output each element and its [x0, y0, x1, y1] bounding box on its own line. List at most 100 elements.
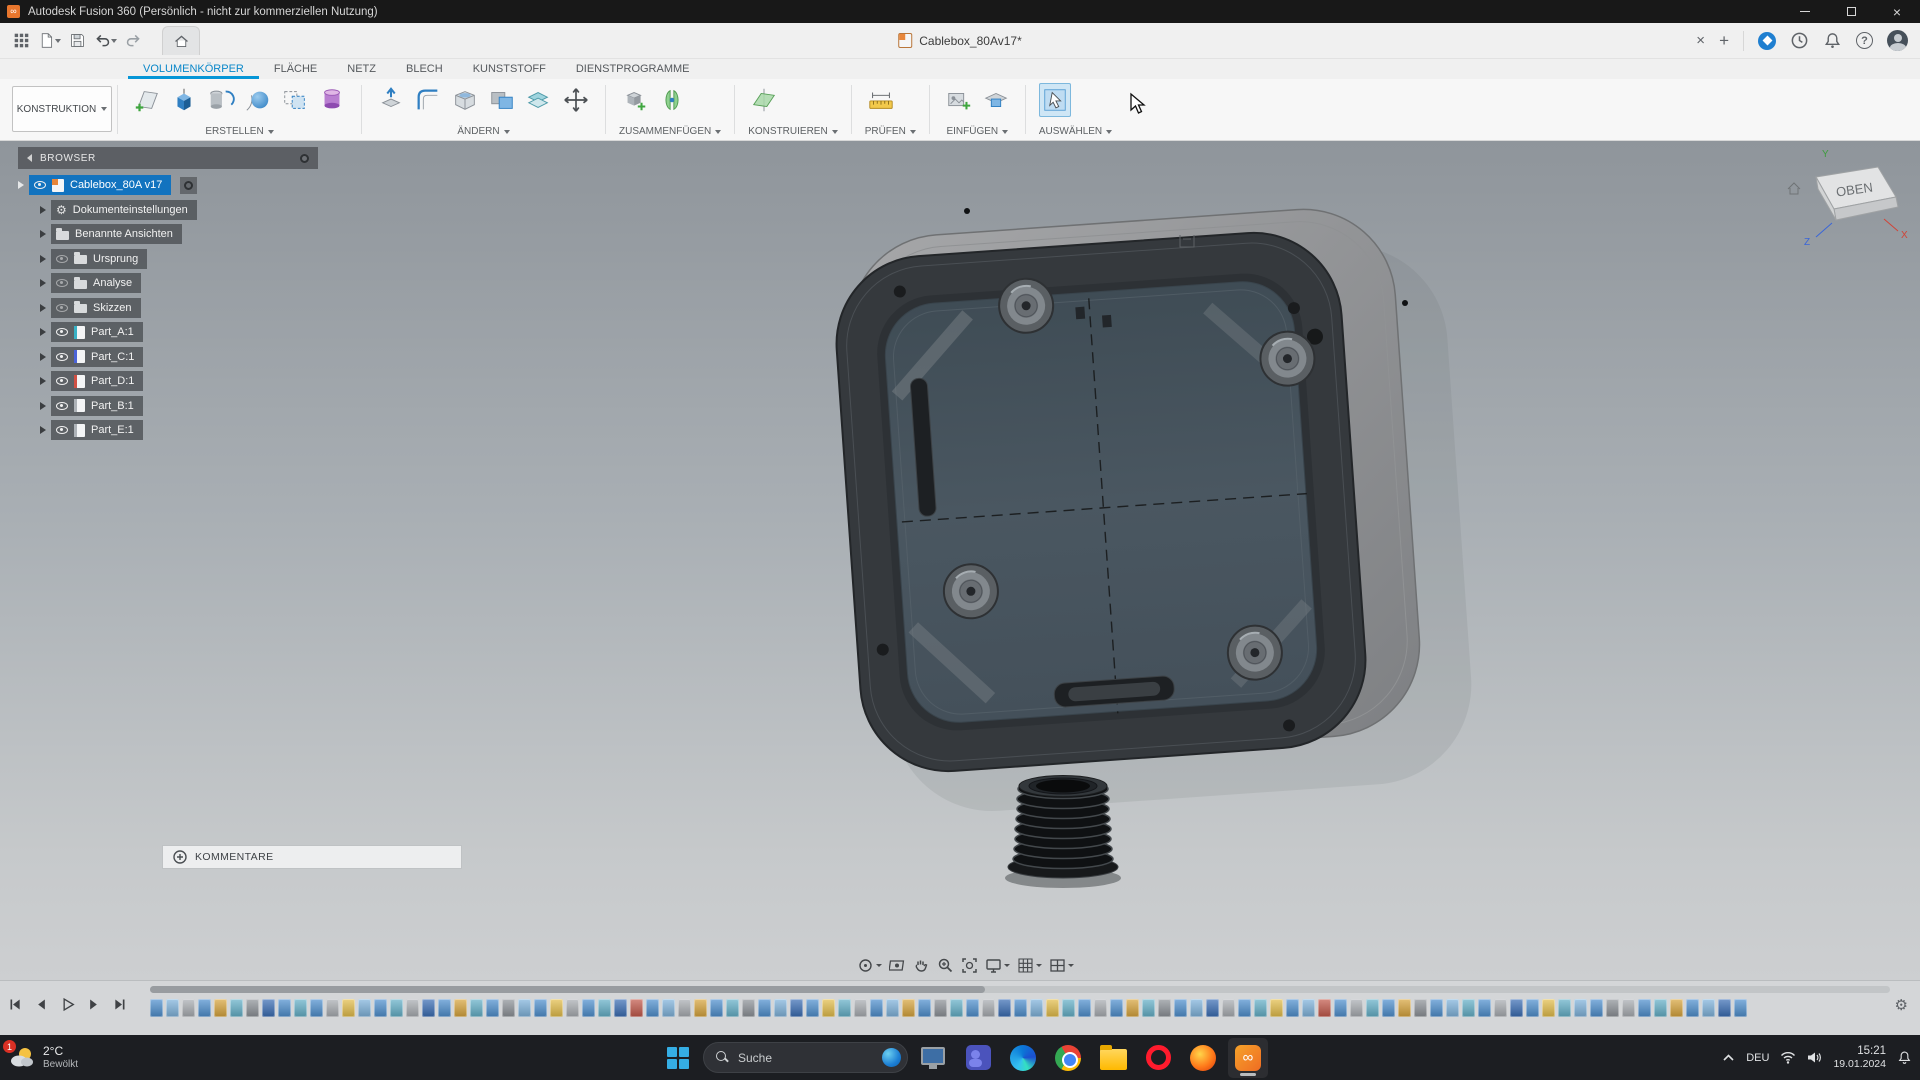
timeline-feature-icon[interactable] — [486, 999, 499, 1017]
fit-button[interactable] — [961, 957, 978, 974]
expand-icon[interactable] — [40, 279, 46, 287]
timeline-feature-icon[interactable] — [966, 999, 979, 1017]
visibility-eye-icon[interactable] — [56, 353, 68, 361]
timeline-feature-icon[interactable] — [262, 999, 275, 1017]
shell-button[interactable] — [449, 83, 481, 117]
timeline-feature-icon[interactable] — [1350, 999, 1363, 1017]
pattern-button[interactable] — [279, 83, 311, 117]
step-forward-button[interactable] — [86, 997, 101, 1012]
timeline-scrollbar[interactable] — [150, 986, 1890, 993]
visibility-eye-icon[interactable] — [56, 279, 68, 287]
volume-icon[interactable] — [1807, 1051, 1822, 1064]
taskbar-icon-fusion360[interactable]: ∞ — [1228, 1038, 1268, 1078]
timeline-feature-icon[interactable] — [1734, 999, 1747, 1017]
weather-widget[interactable]: 1 2°C Bewölkt — [8, 1035, 78, 1080]
timeline-feature-icon[interactable] — [822, 999, 835, 1017]
timeline-feature-icon[interactable] — [438, 999, 451, 1017]
activate-component-radio[interactable] — [180, 177, 197, 194]
browser-header[interactable]: BROWSER — [18, 147, 318, 169]
measure-button[interactable] — [865, 83, 897, 117]
tray-overflow-chevron-icon[interactable] — [1722, 1053, 1735, 1062]
timeline-feature-icon[interactable] — [1206, 999, 1219, 1017]
minimize-button[interactable] — [1782, 0, 1828, 23]
timeline-feature-icon[interactable] — [1174, 999, 1187, 1017]
browser-item-analyse[interactable]: Analyse — [51, 273, 141, 293]
collapse-browser-icon[interactable] — [27, 154, 32, 162]
assemble-button[interactable] — [619, 83, 651, 117]
timeline-feature-icon[interactable] — [870, 999, 883, 1017]
taskbar-icon-chrome[interactable] — [1048, 1038, 1088, 1078]
new-tab-button[interactable]: + — [1719, 32, 1729, 49]
timeline-feature-icon[interactable] — [566, 999, 579, 1017]
timeline-feature-icon[interactable] — [406, 999, 419, 1017]
timeline-feature-icon[interactable] — [774, 999, 787, 1017]
timeline-feature-icon[interactable] — [1430, 999, 1443, 1017]
expand-icon[interactable] — [40, 402, 46, 410]
undo-button[interactable] — [92, 28, 118, 54]
timeline-feature-icon[interactable] — [614, 999, 627, 1017]
joint-button[interactable] — [656, 83, 688, 117]
timeline-feature-icon[interactable] — [1526, 999, 1539, 1017]
visibility-eye-icon[interactable] — [56, 426, 68, 434]
visibility-eye-icon[interactable] — [56, 377, 68, 385]
notifications-bell-icon[interactable] — [1897, 1050, 1912, 1065]
timeline-feature-icon[interactable] — [1414, 999, 1427, 1017]
view-cube[interactable]: OBEN Z X Y — [1782, 145, 1912, 265]
create-sketch-button[interactable] — [131, 83, 163, 117]
group-label-konstruieren[interactable]: KONSTRUIEREN — [748, 126, 837, 137]
taskbar-icon-opera[interactable] — [1138, 1038, 1178, 1078]
timeline-feature-icon[interactable] — [1030, 999, 1043, 1017]
taskbar-icon-firefox[interactable] — [1183, 1038, 1223, 1078]
browser-item-part-b[interactable]: Part_B:1 — [51, 396, 143, 416]
comments-bar[interactable]: KOMMENTARE — [162, 845, 462, 869]
workspace-selector[interactable]: KONSTRUKTION — [12, 86, 112, 132]
help-icon[interactable]: ? — [1856, 32, 1873, 49]
timeline-feature-icon[interactable] — [934, 999, 947, 1017]
timeline-feature-icon[interactable] — [1702, 999, 1715, 1017]
timeline-feature-icon[interactable] — [886, 999, 899, 1017]
timeline-feature-icon[interactable] — [726, 999, 739, 1017]
timeline-feature-icon[interactable] — [854, 999, 867, 1017]
browser-item-skizzen[interactable]: Skizzen — [51, 298, 141, 318]
timeline-feature-icon[interactable] — [902, 999, 915, 1017]
look-at-button[interactable] — [889, 957, 906, 974]
timeline-feature-icon[interactable] — [630, 999, 643, 1017]
timeline-feature-icon[interactable] — [294, 999, 307, 1017]
orbit-button[interactable] — [857, 957, 882, 974]
timeline-feature-icon[interactable] — [182, 999, 195, 1017]
timeline-feature-icon[interactable] — [278, 999, 291, 1017]
timeline-feature-icon[interactable] — [1238, 999, 1251, 1017]
insert-decal-button[interactable] — [980, 83, 1012, 117]
redo-button[interactable] — [120, 28, 146, 54]
timeline-feature-icon[interactable] — [806, 999, 819, 1017]
viewports-button[interactable] — [1049, 957, 1074, 974]
start-button[interactable] — [658, 1038, 698, 1078]
tab-dienstprogramme[interactable]: DIENSTPROGRAMME — [561, 59, 705, 79]
timeline-feature-icon[interactable] — [310, 999, 323, 1017]
timeline-feature-icon[interactable] — [1190, 999, 1203, 1017]
timeline-feature-icon[interactable] — [1574, 999, 1587, 1017]
timeline-feature-icon[interactable] — [550, 999, 563, 1017]
timeline-feature-icon[interactable] — [1542, 999, 1555, 1017]
browser-root-item[interactable]: Cablebox_80A v17 — [29, 175, 171, 195]
timeline-feature-icon[interactable] — [1270, 999, 1283, 1017]
timeline-feature-icon[interactable] — [790, 999, 803, 1017]
timeline-feature-icon[interactable] — [1382, 999, 1395, 1017]
visibility-eye-icon[interactable] — [56, 402, 68, 410]
timeline-feature-icon[interactable] — [1014, 999, 1027, 1017]
offset-face-button[interactable] — [523, 83, 555, 117]
browser-item-part-e[interactable]: Part_E:1 — [51, 420, 143, 440]
timeline-feature-icon[interactable] — [1334, 999, 1347, 1017]
combine-button[interactable] — [486, 83, 518, 117]
tab-volumenkoerper[interactable]: VOLUMENKÖRPER — [128, 59, 259, 79]
timeline-feature-icon[interactable] — [710, 999, 723, 1017]
timeline-feature-icon[interactable] — [1718, 999, 1731, 1017]
timeline-scrollbar-thumb[interactable] — [150, 986, 985, 993]
expand-icon[interactable] — [18, 181, 24, 189]
timeline-feature-icon[interactable] — [998, 999, 1011, 1017]
timeline-feature-icon[interactable] — [598, 999, 611, 1017]
timeline-feature-icon[interactable] — [518, 999, 531, 1017]
timeline-feature-icon[interactable] — [454, 999, 467, 1017]
sweep-button[interactable] — [242, 83, 274, 117]
timeline-feature-icon[interactable] — [662, 999, 675, 1017]
